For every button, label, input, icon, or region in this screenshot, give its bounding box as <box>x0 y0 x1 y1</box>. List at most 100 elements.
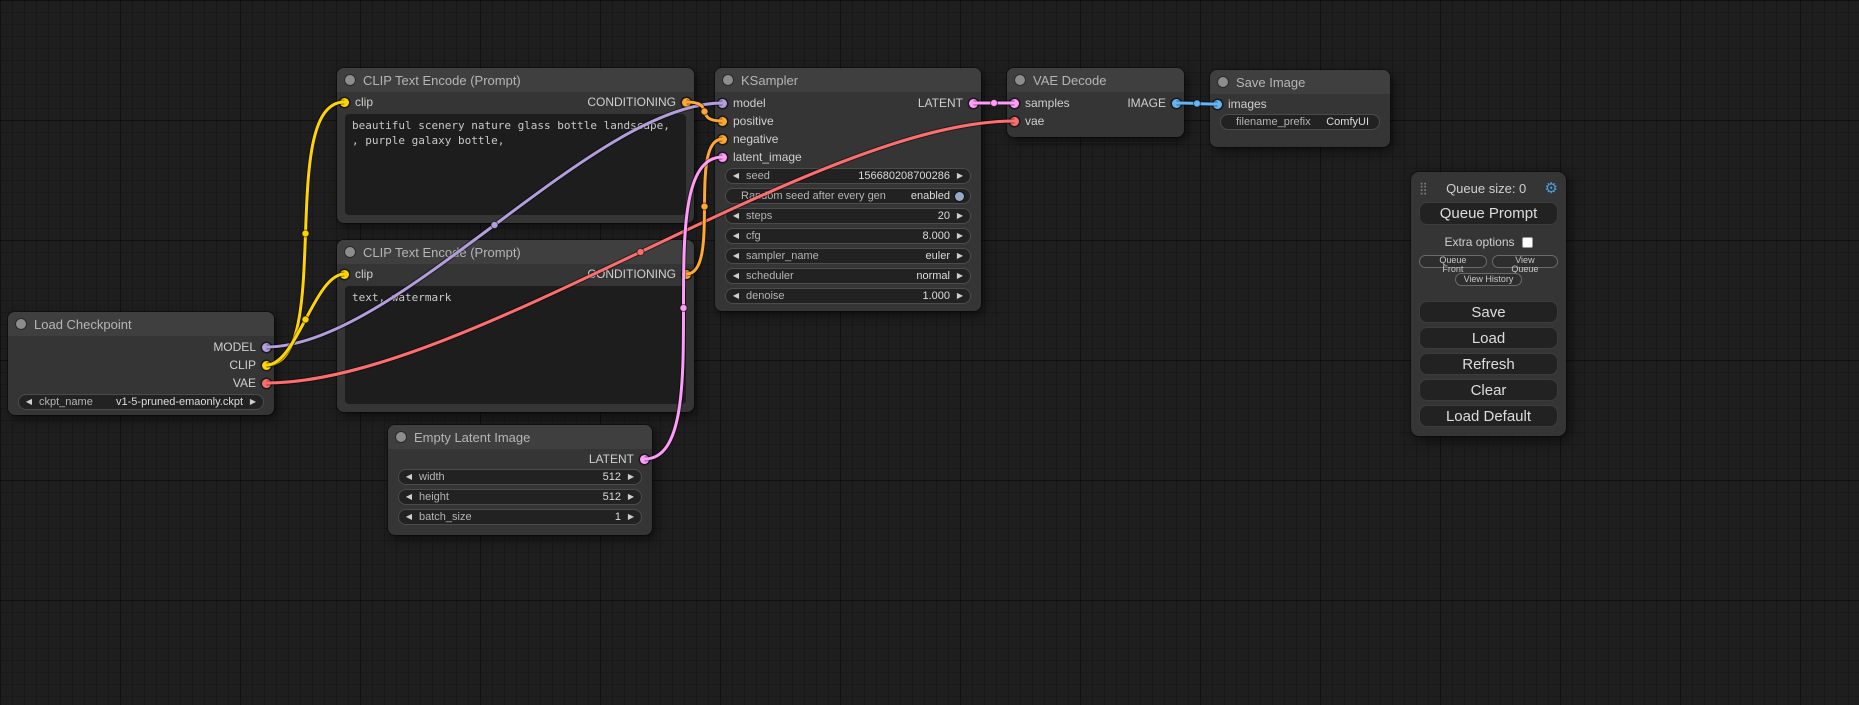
node-titlebar[interactable]: Save Image <box>1210 70 1390 94</box>
next-option-arrow-icon[interactable]: ▶ <box>955 272 965 280</box>
node-save-image[interactable]: Save Image images filename_prefix ComfyU… <box>1210 70 1390 147</box>
decrement-arrow-icon[interactable]: ◀ <box>404 513 414 521</box>
node-empty-latent-image[interactable]: Empty Latent Image LATENT ◀ width 512 ▶ … <box>388 425 652 535</box>
increment-arrow-icon[interactable]: ▶ <box>955 212 965 220</box>
conditioning-input-port[interactable] <box>718 135 727 144</box>
widget-steps[interactable]: ◀ steps 20 ▶ <box>725 208 971 224</box>
increment-arrow-icon[interactable]: ▶ <box>626 473 636 481</box>
view-queue-button[interactable]: View Queue <box>1492 255 1558 268</box>
widget-height[interactable]: ◀ height 512 ▶ <box>398 489 642 505</box>
input-slot-vae[interactable]: vae <box>1010 114 1044 128</box>
output-slot-conditioning[interactable]: CONDITIONING <box>587 95 691 109</box>
input-slot-latent-image[interactable]: latent_image <box>718 150 802 164</box>
widget-width[interactable]: ◀ width 512 ▶ <box>398 469 642 485</box>
next-option-arrow-icon[interactable]: ▶ <box>955 252 965 260</box>
input-slot-negative[interactable]: negative <box>718 132 778 146</box>
collapse-dot-icon[interactable] <box>345 75 355 85</box>
collapse-dot-icon[interactable] <box>396 432 406 442</box>
collapse-dot-icon[interactable] <box>1218 77 1228 87</box>
vae-output-port[interactable] <box>262 379 271 388</box>
widget-filename-prefix[interactable]: filename_prefix ComfyUI <box>1220 114 1380 130</box>
decrement-arrow-icon[interactable]: ◀ <box>731 212 741 220</box>
collapse-dot-icon[interactable] <box>1015 75 1025 85</box>
widget-sampler-name[interactable]: ◀ sampler_name euler ▶ <box>725 248 971 264</box>
widget-denoise[interactable]: ◀ denoise 1.000 ▶ <box>725 288 971 304</box>
prev-option-arrow-icon[interactable]: ◀ <box>731 272 741 280</box>
decrement-arrow-icon[interactable]: ◀ <box>731 172 741 180</box>
latent-output-port[interactable] <box>969 99 978 108</box>
link-midpoint-dot[interactable] <box>701 108 708 115</box>
next-option-arrow-icon[interactable]: ▶ <box>248 398 258 406</box>
increment-arrow-icon[interactable]: ▶ <box>626 513 636 521</box>
link-midpoint-dot[interactable] <box>701 203 708 210</box>
input-slot-positive[interactable]: positive <box>718 114 774 128</box>
collapse-dot-icon[interactable] <box>723 75 733 85</box>
node-titlebar[interactable]: Load Checkpoint <box>8 312 274 336</box>
output-slot-model[interactable]: MODEL <box>213 340 271 354</box>
node-titlebar[interactable]: CLIP Text Encode (Prompt) <box>337 240 694 264</box>
queue-front-button[interactable]: Queue Front <box>1419 255 1487 268</box>
node-titlebar[interactable]: VAE Decode <box>1007 68 1184 92</box>
node-load-checkpoint[interactable]: Load Checkpoint MODEL CLIP VAE <box>8 312 274 415</box>
clip-input-port[interactable] <box>340 98 349 107</box>
drag-handle-icon[interactable]: ⣿ <box>1419 182 1428 194</box>
decrement-arrow-icon[interactable]: ◀ <box>731 232 741 240</box>
conditioning-input-port[interactable] <box>718 117 727 126</box>
decrement-arrow-icon[interactable]: ◀ <box>731 292 741 300</box>
input-slot-clip[interactable]: clip <box>340 95 373 109</box>
link-midpoint-dot[interactable] <box>1194 100 1201 107</box>
node-vae-decode[interactable]: VAE Decode samples IMAGE vae <box>1007 68 1184 137</box>
link-midpoint-dot[interactable] <box>302 230 309 237</box>
conditioning-output-port[interactable] <box>682 98 691 107</box>
node-titlebar[interactable]: CLIP Text Encode (Prompt) <box>337 68 694 92</box>
output-slot-latent[interactable]: LATENT <box>589 452 649 466</box>
collapse-dot-icon[interactable] <box>16 319 26 329</box>
view-history-button[interactable]: View History <box>1455 273 1523 286</box>
load-default-button[interactable]: Load Default <box>1419 405 1558 427</box>
settings-gear-icon[interactable]: ⚙ <box>1545 181 1558 196</box>
link-midpoint-dot[interactable] <box>302 316 309 323</box>
negative-prompt-textarea[interactable]: text, watermark <box>345 286 686 404</box>
positive-prompt-textarea[interactable]: beautiful scenery nature glass bottle la… <box>345 114 686 215</box>
increment-arrow-icon[interactable]: ▶ <box>955 172 965 180</box>
latent-output-port[interactable] <box>640 455 649 464</box>
collapse-dot-icon[interactable] <box>345 247 355 257</box>
model-input-port[interactable] <box>718 99 727 108</box>
input-slot-images[interactable]: images <box>1213 97 1267 111</box>
increment-arrow-icon[interactable]: ▶ <box>955 232 965 240</box>
node-titlebar[interactable]: KSampler <box>715 68 981 92</box>
refresh-button[interactable]: Refresh <box>1419 353 1558 375</box>
widget-seed[interactable]: ◀ seed 156680208700286 ▶ <box>725 168 971 184</box>
extra-options-checkbox[interactable] <box>1522 237 1533 248</box>
output-slot-vae[interactable]: VAE <box>233 376 271 390</box>
increment-arrow-icon[interactable]: ▶ <box>955 292 965 300</box>
latent-input-port[interactable] <box>1010 99 1019 108</box>
vae-input-port[interactable] <box>1010 117 1019 126</box>
link-midpoint-dot[interactable] <box>991 100 998 107</box>
widget-batch-size[interactable]: ◀ batch_size 1 ▶ <box>398 509 642 525</box>
link-wire[interactable] <box>267 102 345 365</box>
link-wire[interactable] <box>267 274 345 365</box>
decrement-arrow-icon[interactable]: ◀ <box>404 473 414 481</box>
prev-option-arrow-icon[interactable]: ◀ <box>731 252 741 260</box>
input-slot-clip[interactable]: clip <box>340 267 373 281</box>
prev-option-arrow-icon[interactable]: ◀ <box>24 398 34 406</box>
node-clip-text-encode-negative[interactable]: CLIP Text Encode (Prompt) clip CONDITION… <box>337 240 694 412</box>
image-input-port[interactable] <box>1213 100 1222 109</box>
toggle-indicator[interactable] <box>955 192 964 201</box>
node-titlebar[interactable]: Empty Latent Image <box>388 425 652 449</box>
widget-cfg[interactable]: ◀ cfg 8.000 ▶ <box>725 228 971 244</box>
clip-output-port[interactable] <box>262 361 271 370</box>
widget-random-seed-toggle[interactable]: Random seed after every gen enabled <box>725 188 971 204</box>
input-slot-samples[interactable]: samples <box>1010 96 1070 110</box>
image-output-port[interactable] <box>1172 99 1181 108</box>
output-slot-conditioning[interactable]: CONDITIONING <box>587 267 691 281</box>
widget-scheduler[interactable]: ◀ scheduler normal ▶ <box>725 268 971 284</box>
output-slot-image[interactable]: IMAGE <box>1127 96 1181 110</box>
node-ksampler[interactable]: KSampler model LATENT positive <box>715 68 981 311</box>
clear-button[interactable]: Clear <box>1419 379 1558 401</box>
conditioning-output-port[interactable] <box>682 270 691 279</box>
increment-arrow-icon[interactable]: ▶ <box>626 493 636 501</box>
decrement-arrow-icon[interactable]: ◀ <box>404 493 414 501</box>
latent-input-port[interactable] <box>718 153 727 162</box>
